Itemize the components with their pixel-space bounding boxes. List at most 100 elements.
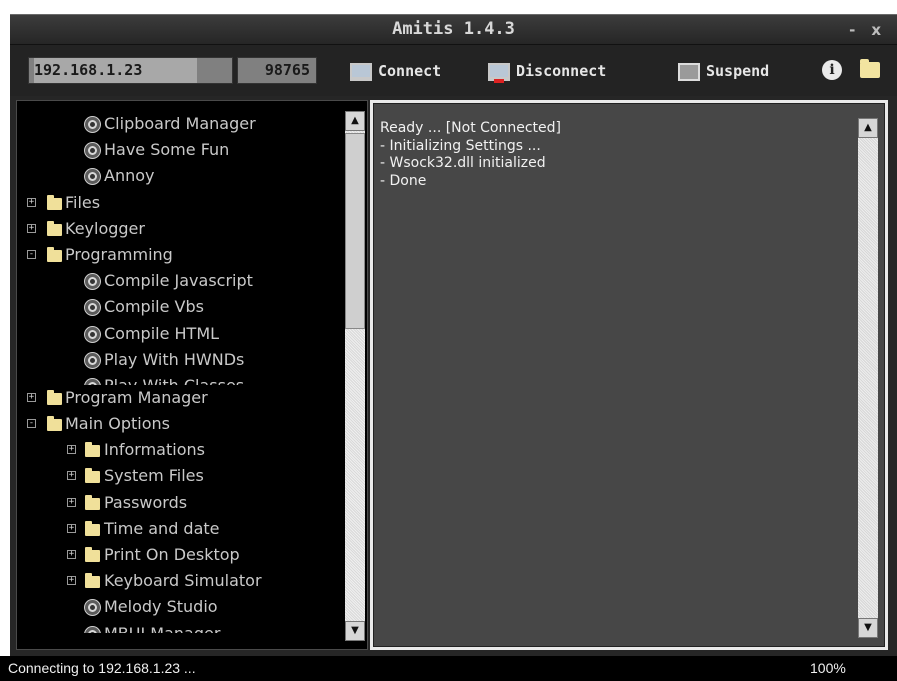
close-button[interactable]: x <box>871 21 897 39</box>
log-scroll-up-button[interactable]: ▲ <box>858 118 878 138</box>
tree-item-label: System Files <box>104 466 204 486</box>
folder-icon[interactable] <box>860 59 880 78</box>
expand-icon[interactable]: + <box>67 471 76 481</box>
tree-item-label: Play With Classes <box>104 373 244 385</box>
folder-icon <box>47 246 62 262</box>
folder-icon <box>85 573 100 589</box>
folder-icon <box>47 416 62 432</box>
scroll-down-button[interactable]: ▼ <box>345 621 365 641</box>
window-title: Amitis 1.4.3 <box>392 19 515 39</box>
folder-icon <box>85 442 100 458</box>
tree-item[interactable]: Play With Classes <box>17 373 335 385</box>
tree-list: Clipboard Manager Have Some Fun Annoy + File… <box>17 111 335 633</box>
log-scrollbar[interactable]: ▲ ▼ <box>858 118 878 638</box>
tree-item-label: Keylogger <box>65 218 145 238</box>
tree-item[interactable]: + Informations <box>17 437 335 463</box>
title-bar[interactable]: Amitis 1.4.3 -x <box>10 14 897 44</box>
folder-icon <box>85 547 100 562</box>
tree-item[interactable]: Clipboard Manager <box>17 111 335 137</box>
expand-icon[interactable]: + <box>67 523 76 533</box>
expand-icon[interactable]: + <box>67 576 76 586</box>
tree-item[interactable]: Melody Studio <box>17 594 335 620</box>
tree-item-label: Play With HWNDs <box>104 349 245 369</box>
log-line: Ready ... [Not Connected] <box>380 120 562 136</box>
connect-button[interactable]: Connect <box>350 58 441 84</box>
tree-item[interactable]: + Files <box>17 190 335 216</box>
tree-item-label: Files <box>65 192 101 212</box>
tree-item[interactable]: MBUI Manager <box>17 621 335 633</box>
tree-item[interactable]: Have Some Fun <box>17 137 335 163</box>
expand-icon[interactable]: + <box>67 550 76 559</box>
tree-item-label: Keyboard Simulator <box>104 571 262 591</box>
expand-icon[interactable]: + <box>67 497 76 507</box>
expand-icon[interactable]: + <box>67 445 76 455</box>
expand-icon[interactable]: + <box>27 223 36 233</box>
tree-item[interactable]: Annoy <box>17 163 335 189</box>
tree-item-label: Compile Vbs <box>104 297 204 317</box>
ip-address-input[interactable]: 192.168.1.23 <box>28 57 233 84</box>
monitor-disconnect-icon <box>488 62 510 83</box>
folder-icon <box>47 220 62 236</box>
tree-item[interactable]: - Programming <box>17 242 335 268</box>
suspend-button[interactable]: Suspend <box>678 58 769 84</box>
collapse-icon[interactable]: - <box>27 249 36 259</box>
toolbar: 192.168.1.23 98765 Connect Disconnect Su… <box>10 44 897 96</box>
tree-item-label: Annoy <box>104 166 155 186</box>
disconnect-button[interactable]: Disconnect <box>488 58 606 84</box>
tree-item[interactable]: - Main Options <box>17 411 335 437</box>
port-input[interactable]: 98765 <box>237 57 317 84</box>
status-bar: Connecting to 192.168.1.23 ... 100% <box>0 656 897 681</box>
feature-tree: Clipboard Manager Have Some Fun Annoy + File… <box>16 100 368 650</box>
tree-item-label: Programming <box>65 244 173 264</box>
log-output[interactable]: Ready ... [Not Connected] - Initializing… <box>373 103 885 647</box>
gear-icon <box>85 169 100 185</box>
tree-item[interactable]: + Keylogger <box>17 216 335 242</box>
gear-icon <box>85 600 100 616</box>
log-line: - Wsock32.dll initialized <box>380 155 546 171</box>
tree-item-label: Clipboard Manager <box>104 114 256 133</box>
ip-address-value: 192.168.1.23 <box>34 58 197 83</box>
tree-item-label: Compile HTML <box>104 323 220 343</box>
info-icon[interactable]: i <box>822 60 842 80</box>
tree-item[interactable]: Compile HTML <box>17 321 335 347</box>
connect-label: Connect <box>378 62 442 80</box>
monitor-icon <box>350 62 372 81</box>
log-lines: Ready ... [Not Connected] - Initializing… <box>380 120 561 190</box>
tree-scrollbar[interactable]: ▲ ▼ <box>345 111 365 641</box>
folder-icon <box>85 494 100 510</box>
status-text: Connecting to 192.168.1.23 ... <box>8 660 196 676</box>
tree-item[interactable]: Compile Javascript <box>17 268 335 294</box>
disconnect-label: Disconnect <box>516 62 607 80</box>
expand-icon[interactable]: + <box>27 392 36 402</box>
tree-item[interactable]: + Time and date <box>17 516 335 542</box>
expand-icon[interactable]: + <box>27 197 36 207</box>
minimize-button[interactable]: - <box>849 21 871 39</box>
tree-item[interactable]: Play With HWNDs <box>17 347 335 373</box>
gear-icon <box>85 117 100 132</box>
tree-item[interactable]: + Program Manager <box>17 385 335 411</box>
gear-icon <box>85 143 100 159</box>
tree-item[interactable]: + Print On Desktop <box>17 542 335 568</box>
folder-icon <box>47 194 62 210</box>
folder-icon <box>47 389 62 405</box>
collapse-icon[interactable]: - <box>27 419 36 429</box>
tree-item-label: MBUI Manager <box>104 621 220 633</box>
gear-icon <box>85 352 100 368</box>
suspend-label: Suspend <box>706 62 770 80</box>
scroll-thumb[interactable] <box>345 133 365 329</box>
gear-icon <box>85 326 100 342</box>
log-scroll-down-button[interactable]: ▼ <box>858 618 878 638</box>
tree-item-label: Informations <box>104 440 205 460</box>
app-window: Amitis 1.4.3 -x 192.168.1.23 98765 Conne… <box>0 0 897 681</box>
main-area: Clipboard Manager Have Some Fun Annoy + File… <box>10 96 897 656</box>
tree-item[interactable]: Compile Vbs <box>17 294 335 320</box>
tree-item[interactable]: + Keyboard Simulator <box>17 568 335 594</box>
tree-item-label: Have Some Fun <box>104 140 230 160</box>
scroll-up-button[interactable]: ▲ <box>345 111 365 131</box>
tree-item-label: Melody Studio <box>104 597 218 617</box>
tree-item-label: Compile Javascript <box>104 271 253 291</box>
tree-item-label: Print On Desktop <box>104 545 240 564</box>
tree-item[interactable]: + Passwords <box>17 490 335 516</box>
tree-item[interactable]: + System Files <box>17 463 335 489</box>
log-line: - Initializing Settings ... <box>380 137 541 154</box>
